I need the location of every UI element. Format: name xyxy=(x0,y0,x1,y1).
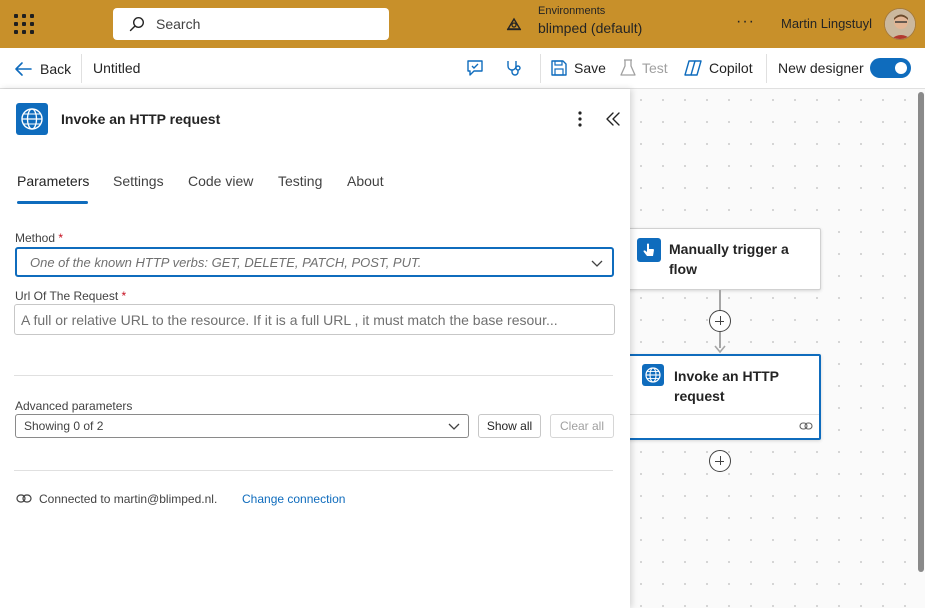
new-designer-toggle[interactable] xyxy=(870,58,911,78)
tab-testing[interactable]: Testing xyxy=(278,173,322,189)
node-divider xyxy=(626,414,819,415)
flow-title[interactable]: Untitled xyxy=(93,60,140,76)
more-options-button[interactable]: ··· xyxy=(736,13,755,31)
section-divider xyxy=(14,470,613,471)
trigger-node[interactable]: Manually trigger a flow xyxy=(624,228,821,290)
save-icon xyxy=(551,60,567,76)
action-details-panel: Invoke an HTTP request Parameters Settin… xyxy=(0,89,630,608)
flow-checker-icon[interactable] xyxy=(465,58,485,78)
copilot-icon xyxy=(684,60,702,76)
url-label-text: Url Of The Request xyxy=(15,289,119,303)
advanced-parameters-dropdown[interactable]: Showing 0 of 2 xyxy=(15,414,469,438)
arrow-left-icon xyxy=(15,62,32,76)
avatar[interactable] xyxy=(884,8,916,40)
chevron-down-icon xyxy=(448,423,460,430)
chevron-down-icon xyxy=(591,260,603,267)
environment-name[interactable]: blimped (default) xyxy=(538,20,642,36)
http-node-label: Invoke an HTTP request xyxy=(674,368,779,404)
environment-icon[interactable] xyxy=(504,14,524,34)
top-bar: Search Environments blimped (default) ··… xyxy=(0,0,925,48)
app-launcher-icon[interactable] xyxy=(14,14,34,34)
globe-icon xyxy=(16,103,48,135)
clear-all-button[interactable]: Clear all xyxy=(550,414,614,438)
test-button[interactable]: Test xyxy=(620,58,668,78)
command-bar: Back Untitled Save Test Copilot New desi… xyxy=(0,48,925,89)
section-divider xyxy=(14,375,613,376)
manual-trigger-icon xyxy=(637,238,661,262)
url-input[interactable] xyxy=(15,305,614,334)
http-request-node[interactable]: Invoke an HTTP request xyxy=(624,354,821,440)
url-field-wrapper xyxy=(14,304,615,335)
connector-arrow-icon xyxy=(714,345,726,354)
beaker-icon xyxy=(620,59,636,76)
back-button[interactable]: Back xyxy=(14,59,71,79)
divider xyxy=(766,54,767,83)
globe-icon xyxy=(642,364,664,386)
required-marker: * xyxy=(121,289,127,303)
change-connection-link[interactable]: Change connection xyxy=(242,492,345,506)
search-icon xyxy=(129,16,145,32)
divider xyxy=(540,54,541,83)
connection-status: Connected to martin@blimped.nl. xyxy=(39,492,218,506)
add-step-button[interactable] xyxy=(709,310,731,332)
test-label: Test xyxy=(642,60,668,76)
toggle-knob xyxy=(895,62,907,74)
collapse-panel-icon[interactable] xyxy=(604,109,622,129)
copilot-button[interactable]: Copilot xyxy=(683,58,753,78)
environment-label: Environments xyxy=(538,5,606,17)
divider xyxy=(81,54,82,83)
flow-canvas[interactable] xyxy=(630,89,925,608)
search-placeholder: Search xyxy=(156,16,201,32)
save-label: Save xyxy=(574,60,606,76)
tab-code-view[interactable]: Code view xyxy=(188,173,253,189)
tab-parameters[interactable]: Parameters xyxy=(17,173,89,189)
show-all-button[interactable]: Show all xyxy=(478,414,541,438)
stethoscope-icon[interactable] xyxy=(504,58,524,78)
panel-title[interactable]: Invoke an HTTP request xyxy=(61,111,220,127)
url-label: Url Of The Request * xyxy=(15,289,126,303)
back-label: Back xyxy=(40,61,72,77)
tab-settings[interactable]: Settings xyxy=(113,173,164,189)
method-placeholder: One of the known HTTP verbs: GET, DELETE… xyxy=(30,255,422,270)
canvas-scrollbar[interactable] xyxy=(918,92,924,572)
connection-icon xyxy=(16,494,32,503)
active-tab-indicator xyxy=(17,201,88,204)
save-button[interactable]: Save xyxy=(550,58,606,78)
user-name: Martin Lingstuyl xyxy=(781,16,873,31)
advanced-parameters-value: Showing 0 of 2 xyxy=(24,419,104,433)
trigger-node-label: Manually trigger a flow xyxy=(669,241,789,277)
tab-about[interactable]: About xyxy=(347,173,384,189)
copilot-label: Copilot xyxy=(709,60,753,76)
method-label-text: Method xyxy=(15,231,56,245)
add-step-button[interactable] xyxy=(709,450,731,472)
more-vertical-icon[interactable] xyxy=(572,109,588,129)
method-dropdown[interactable]: One of the known HTTP verbs: GET, DELETE… xyxy=(15,247,614,277)
new-designer-label: New designer xyxy=(778,60,864,76)
avatar-image xyxy=(885,9,915,39)
search-box[interactable]: Search xyxy=(113,8,389,40)
method-label: Method * xyxy=(15,231,63,245)
advanced-parameters-label: Advanced parameters xyxy=(15,399,133,413)
link-icon xyxy=(799,422,813,430)
required-marker: * xyxy=(58,231,64,245)
